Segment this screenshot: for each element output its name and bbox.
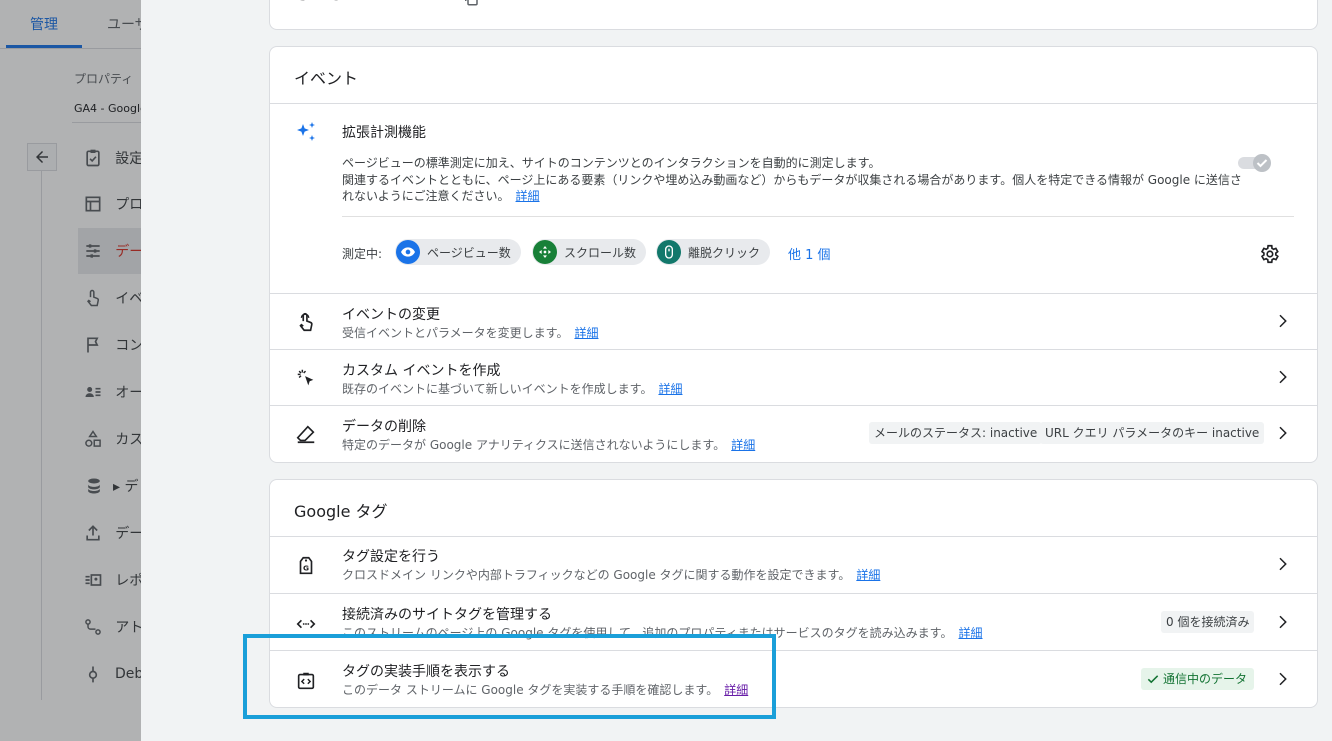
- learn-more-link[interactable]: 詳細: [856, 568, 880, 582]
- modify-events-row[interactable]: イベントの変更 受信イベントとパラメータを変更します。 詳細: [270, 293, 1317, 350]
- enhanced-measurement-description: ページビューの標準測定に加え、サイトのコンテンツとのインタラクションを自動的に測…: [342, 155, 1247, 205]
- desc-line-1: ページビューの標準測定に加え、サイトのコンテンツとのインタラクションを自動的に測…: [342, 156, 881, 170]
- learn-more-link[interactable]: 詳細: [516, 189, 540, 203]
- google-tag-card: Google タグ G タグ設定を行う クロスドメイン リンクや内部トラフィック…: [269, 479, 1318, 708]
- code-arrows-icon: [294, 612, 318, 636]
- eraser-icon: [294, 422, 318, 446]
- learn-more-link[interactable]: 詳細: [658, 382, 682, 396]
- row-description: クロスドメイン リンクや内部トラフィックなどの Google タグに関する動作を…: [342, 568, 881, 582]
- measurement-chip-pageviews: ページビュー数: [395, 239, 521, 265]
- scroll-icon: [533, 240, 557, 264]
- chip-label: 離脱クリック: [688, 245, 761, 260]
- eye-icon: [396, 240, 420, 264]
- gear-icon[interactable]: [1258, 243, 1280, 269]
- chevron-right-icon: [1273, 555, 1291, 573]
- enhanced-measurement-section: 拡張計測機能 ページビューの標準測定に加え、サイトのコンテンツとのインタラクショ…: [270, 104, 1317, 294]
- google-tag-card-header: Google タグ: [270, 480, 1317, 537]
- row-description: このストリームのページ上の Google タグを使用して、追加のプロパティまたは…: [342, 626, 983, 640]
- row-description: 受信イベントとパラメータを変更します。 詳細: [342, 326, 599, 340]
- chevron-right-icon: [1273, 670, 1291, 688]
- section-divider: [342, 216, 1294, 217]
- row-title: データの削除: [342, 419, 426, 435]
- google-tag-icon: G: [294, 554, 318, 578]
- view-tag-instructions-row[interactable]: タグの実装手順を表示する このデータ ストリームに Google タグを実装する…: [270, 650, 1317, 708]
- tag-install-icon: [294, 669, 318, 693]
- data-flowing-badge: 通信中のデータ: [1141, 668, 1255, 690]
- data-redaction-row[interactable]: データの削除 特定のデータが Google アナリティクスに送信されないようにし…: [270, 405, 1317, 462]
- svg-text:G: G: [303, 564, 309, 573]
- chip-label: ページビュー数: [427, 245, 511, 260]
- badge-label: 通信中のデータ: [1163, 672, 1248, 686]
- more-measurements-link[interactable]: 他 1 個: [788, 244, 831, 263]
- chip-label: スクロール数: [564, 245, 637, 260]
- row-title: 接続済みのサイトタグを管理する: [342, 607, 552, 623]
- web-stream-details-panel: G-FOW1MY7HB4 イベント 拡張計測機能 ページビューの標準測定に加え、…: [141, 0, 1332, 741]
- row-description: 既存のイベントに基づいて新しいイベントを作成します。 詳細: [342, 382, 683, 396]
- row-description: 特定のデータが Google アナリティクスに送信されないようにします。 詳細: [342, 438, 756, 452]
- desc-line-2: 関連するイベントとともに、ページ上にある要素（リンクや埋め込み動画など）からもデ…: [342, 172, 1242, 204]
- click-sparkle-icon: [294, 366, 318, 390]
- check-icon: [1147, 675, 1159, 684]
- configure-tag-settings-row[interactable]: G タグ設定を行う クロスドメイン リンクや内部トラフィックなどの Google…: [270, 536, 1317, 593]
- row-title: イベントの変更: [342, 307, 440, 323]
- touch-icon: [294, 310, 318, 334]
- google-tag-heading: Google タグ: [294, 502, 388, 521]
- events-card-header: イベント: [270, 47, 1317, 104]
- row-title: カスタム イベントを作成: [342, 363, 501, 379]
- manage-connected-site-tags-row[interactable]: 接続済みのサイトタグを管理する このストリームのページ上の Google タグを…: [270, 593, 1317, 651]
- stream-details-card: G-FOW1MY7HB4: [269, 0, 1318, 30]
- learn-more-link[interactable]: 詳細: [574, 326, 598, 340]
- chevron-right-icon: [1273, 613, 1291, 631]
- chevron-right-icon: [1273, 368, 1291, 386]
- overlay-scrim[interactable]: [0, 0, 141, 741]
- url-query-status-badge: URL クエリ パラメータのキー inactive: [1040, 422, 1265, 444]
- learn-more-link[interactable]: 詳細: [724, 683, 748, 697]
- chevron-right-icon: [1273, 424, 1291, 442]
- enhanced-measurement-title: 拡張計測機能: [342, 125, 426, 141]
- learn-more-link[interactable]: 詳細: [958, 626, 982, 640]
- events-heading: イベント: [294, 69, 359, 88]
- measurement-chip-outbound-clicks: 離脱クリック: [656, 239, 771, 265]
- row-title: タグの実装手順を表示する: [342, 664, 510, 680]
- row-title: タグ設定を行う: [342, 549, 440, 565]
- connected-count-badge: 0 個を接続済み: [1161, 611, 1255, 633]
- chevron-right-icon: [1273, 312, 1291, 330]
- measurement-id: G-FOW1MY7HB4: [294, 0, 460, 5]
- events-card: イベント 拡張計測機能 ページビューの標準測定に加え、サイトのコンテンツとのイン…: [269, 46, 1318, 463]
- create-custom-event-row[interactable]: カスタム イベントを作成 既存のイベントに基づいて新しいイベントを作成します。詳…: [270, 349, 1317, 406]
- learn-more-link[interactable]: 詳細: [731, 438, 755, 452]
- sparkle-icon: [294, 120, 318, 144]
- row-description: このデータ ストリームに Google タグを実装する手順を確認します。 詳細: [342, 683, 749, 697]
- measuring-label: 測定中:: [342, 247, 383, 261]
- enhanced-measurement-toggle[interactable]: [1236, 153, 1274, 173]
- measurement-chip-scrolls: スクロール数: [532, 239, 647, 265]
- email-status-badge: メールのステータス: inactive: [869, 422, 1043, 444]
- mouse-icon: [657, 240, 681, 264]
- copy-icon[interactable]: [462, 0, 480, 11]
